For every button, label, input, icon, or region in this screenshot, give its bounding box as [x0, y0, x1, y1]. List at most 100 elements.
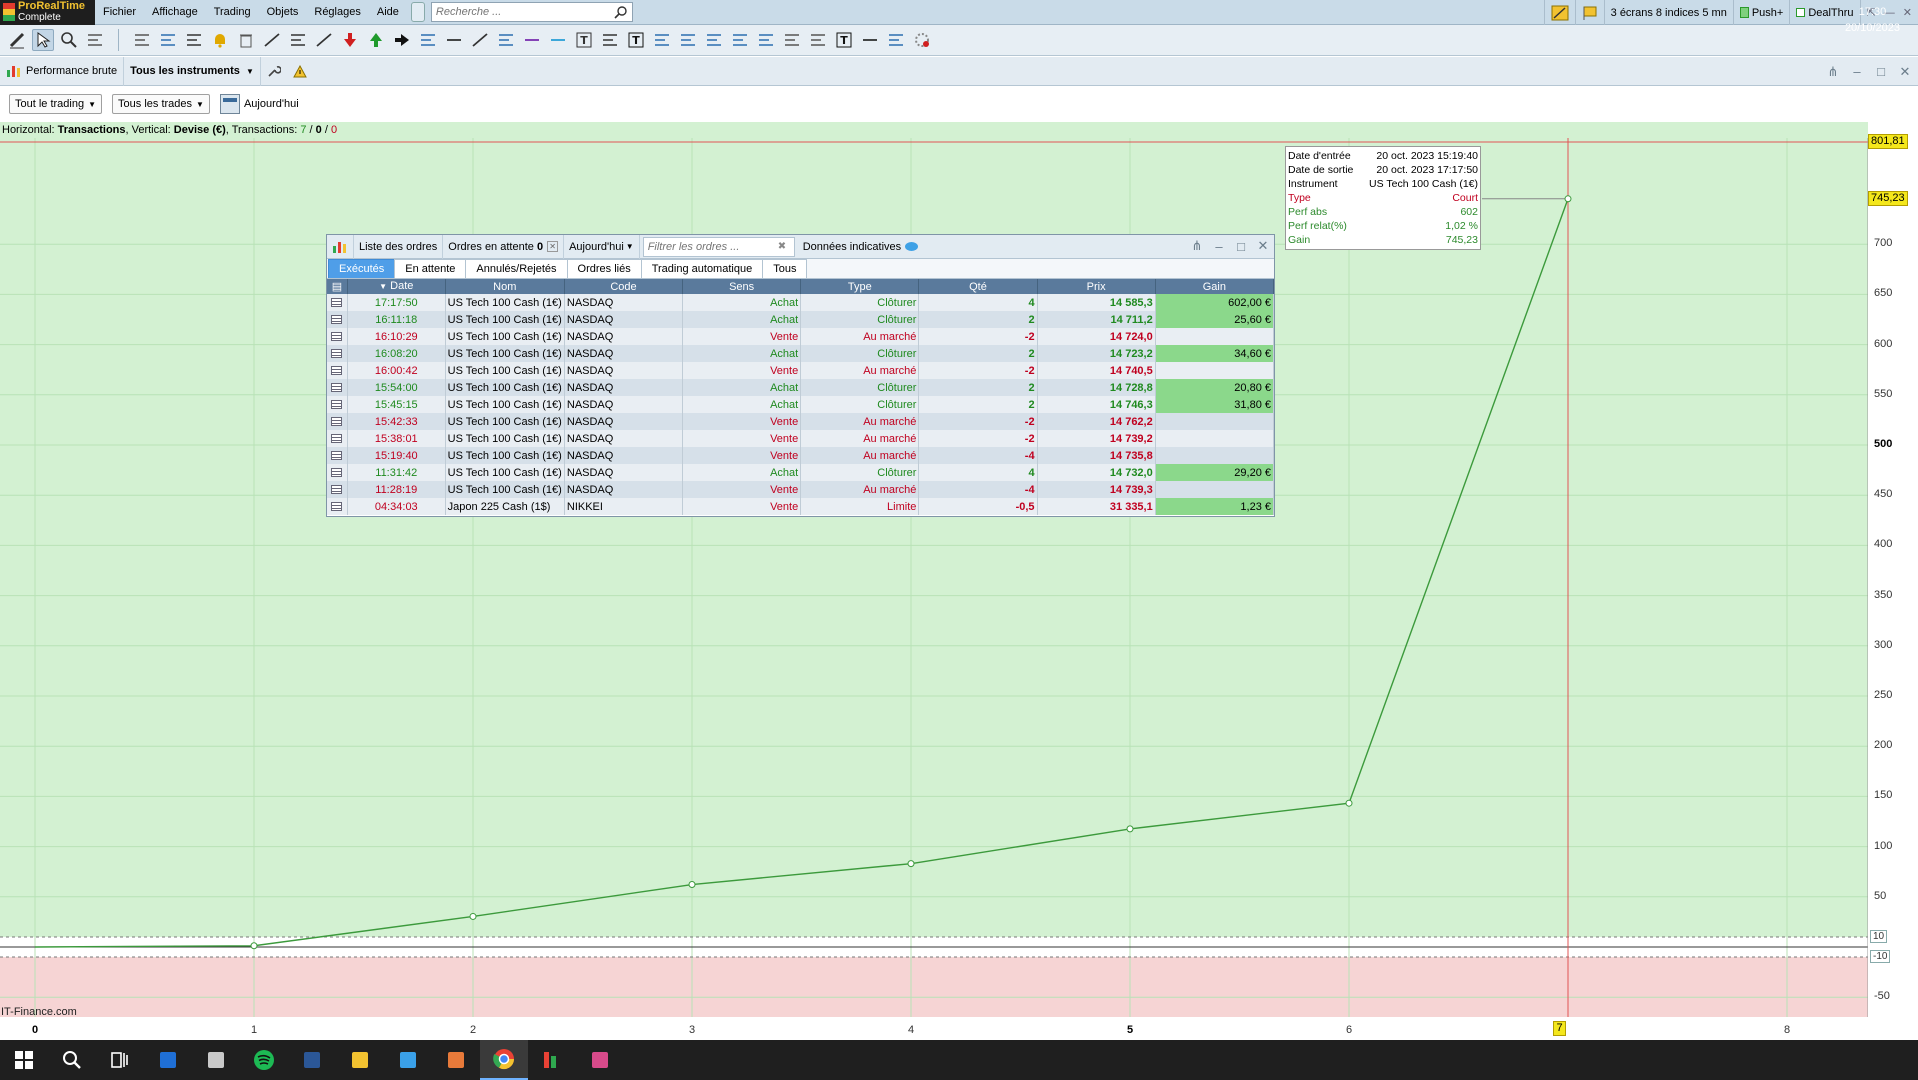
date-filter-label[interactable]: Aujourd'hui: [244, 98, 299, 110]
draw-tools-button[interactable]: [1543, 0, 1575, 25]
performance-window-tab[interactable]: Performance brute: [0, 56, 125, 86]
table-row[interactable]: 16:00:42 US Tech 100 Cash (1€) NASDAQ Vente…: [327, 362, 1275, 379]
data-point[interactable]: [1126, 825, 1134, 833]
task-view-icon[interactable]: [96, 1040, 144, 1080]
table-row[interactable]: 15:54:00 US Tech 100 Cash (1€) NASDAQ Achat…: [327, 379, 1275, 396]
windows-start-icon[interactable]: [0, 1040, 48, 1080]
green-up-arrow-icon[interactable]: [365, 29, 387, 51]
menu-objets[interactable]: Objets: [259, 0, 307, 25]
table-row[interactable]: 15:42:33 US Tech 100 Cash (1€) NASDAQ Vente…: [327, 413, 1275, 430]
pencil-icon[interactable]: [6, 29, 28, 51]
table-row[interactable]: 11:31:42 US Tech 100 Cash (1€) NASDAQ Achat…: [327, 464, 1275, 481]
orders-date-select[interactable]: Aujourd'hui ▼: [564, 234, 640, 259]
order-details-icon[interactable]: [331, 332, 343, 341]
order-details-icon[interactable]: [331, 298, 343, 307]
magnifier-icon[interactable]: [614, 5, 628, 19]
row-detail-icon[interactable]: [327, 464, 348, 481]
prorealtime-icon[interactable]: [528, 1040, 576, 1080]
extension-icon[interactable]: [755, 29, 777, 51]
order-details-icon[interactable]: [331, 400, 343, 409]
share-icon[interactable]: ⋔: [1190, 238, 1204, 253]
black-right-arrow-icon[interactable]: [391, 29, 413, 51]
blue-line-icon[interactable]: [547, 29, 569, 51]
data-point[interactable]: [250, 942, 258, 950]
zoom-icon[interactable]: [58, 29, 80, 51]
order-details-icon[interactable]: [331, 383, 343, 392]
column-header-code[interactable]: Code: [564, 279, 684, 294]
horizontal-channel-icon[interactable]: [417, 29, 439, 51]
orders-title[interactable]: Liste des ordres: [354, 234, 444, 259]
orders-filter-input[interactable]: [647, 240, 778, 253]
table-row[interactable]: 11:28:19 US Tech 100 Cash (1€) NASDAQ Vente…: [327, 481, 1275, 498]
alert-bell-icon[interactable]: [209, 29, 231, 51]
menu-affichage[interactable]: Affichage: [144, 0, 206, 25]
tab-annules-rejetes[interactable]: Annulés/Rejetés: [465, 259, 568, 278]
table-row[interactable]: 04:34:03 Japon 225 Cash (1$) NIKKEI Vente Li…: [327, 498, 1275, 515]
minimize-panel-icon[interactable]: –: [1212, 239, 1226, 254]
order-details-icon[interactable]: [331, 502, 343, 511]
retracement-icon[interactable]: [729, 29, 751, 51]
row-detail-icon[interactable]: [327, 345, 348, 362]
data-point[interactable]: [1345, 799, 1353, 807]
tab-en-attente[interactable]: En attente: [394, 259, 467, 278]
eraser-icon[interactable]: [131, 29, 153, 51]
row-detail-icon[interactable]: [327, 328, 348, 345]
row-detail-icon[interactable]: [327, 447, 348, 464]
h-line2-icon[interactable]: [859, 29, 881, 51]
gann-icon[interactable]: [781, 29, 803, 51]
trend-line-icon[interactable]: [469, 29, 491, 51]
segment-icon[interactable]: [287, 29, 309, 51]
paint-icon[interactable]: [432, 1040, 480, 1080]
tab-tous[interactable]: Tous: [762, 259, 808, 278]
text2-icon[interactable]: T: [833, 29, 855, 51]
purple-line-icon[interactable]: [521, 29, 543, 51]
row-detail-icon[interactable]: [327, 430, 348, 447]
settings-wheel-icon[interactable]: [911, 29, 933, 51]
chrome-icon[interactable]: [480, 1040, 528, 1080]
label-icon[interactable]: [885, 29, 907, 51]
order-details-icon[interactable]: [331, 366, 343, 375]
horizontal-line-icon[interactable]: [443, 29, 465, 51]
order-details-icon[interactable]: [331, 417, 343, 426]
lock-icon[interactable]: [410, 2, 425, 22]
row-detail-icon[interactable]: [327, 498, 348, 515]
clear-filter-icon[interactable]: ✖: [778, 241, 786, 252]
red-down-arrow-icon[interactable]: [339, 29, 361, 51]
minimize-window-icon[interactable]: –: [1850, 64, 1864, 79]
trades-filter-select[interactable]: Tous les trades ▼: [112, 94, 210, 114]
order-details-icon[interactable]: [331, 468, 343, 477]
maximize-panel-icon[interactable]: □: [1234, 239, 1248, 254]
column-header-type[interactable]: Type: [800, 279, 920, 294]
channel2-icon[interactable]: [677, 29, 699, 51]
table-row[interactable]: 15:19:40 US Tech 100 Cash (1€) NASDAQ Vente…: [327, 447, 1275, 464]
word-icon[interactable]: [288, 1040, 336, 1080]
tab-ordres-lies[interactable]: Ordres liés: [566, 259, 642, 278]
polyline-icon[interactable]: [313, 29, 335, 51]
push-button[interactable]: Push+: [1732, 0, 1790, 25]
fan-icon[interactable]: [703, 29, 725, 51]
pending-orders-button[interactable]: Ordres en attente 0 ✕: [443, 234, 565, 259]
data-point[interactable]: [907, 860, 915, 868]
row-detail-icon[interactable]: [327, 481, 348, 498]
tab-trading-automatique[interactable]: Trading automatique: [640, 259, 764, 278]
table-row[interactable]: 17:17:50 US Tech 100 Cash (1€) NASDAQ Achat…: [327, 294, 1275, 311]
ruler-t-icon[interactable]: [599, 29, 621, 51]
column-header-nom[interactable]: Nom: [445, 279, 565, 294]
copy-icon[interactable]: [183, 29, 205, 51]
search-icon[interactable]: [48, 1040, 96, 1080]
table-row[interactable]: 15:45:15 US Tech 100 Cash (1€) NASDAQ Achat…: [327, 396, 1275, 413]
row-detail-icon[interactable]: [327, 294, 348, 311]
search-input[interactable]: [431, 3, 607, 21]
menu-reglages[interactable]: Réglages: [306, 0, 368, 25]
share-icon[interactable]: ⋔: [1826, 64, 1840, 79]
ruler-icon[interactable]: [84, 29, 106, 51]
warning-button[interactable]: [287, 57, 313, 86]
order-details-icon[interactable]: [331, 451, 343, 460]
trash-icon[interactable]: [235, 29, 257, 51]
tab-executes[interactable]: Exécutés: [328, 259, 396, 278]
crosshair-icon[interactable]: [157, 29, 179, 51]
column-header-sens[interactable]: Sens: [682, 279, 802, 294]
fibonacci-icon[interactable]: [495, 29, 517, 51]
row-detail-icon[interactable]: [327, 413, 348, 430]
column-header-date[interactable]: ▼ Date: [347, 279, 446, 294]
